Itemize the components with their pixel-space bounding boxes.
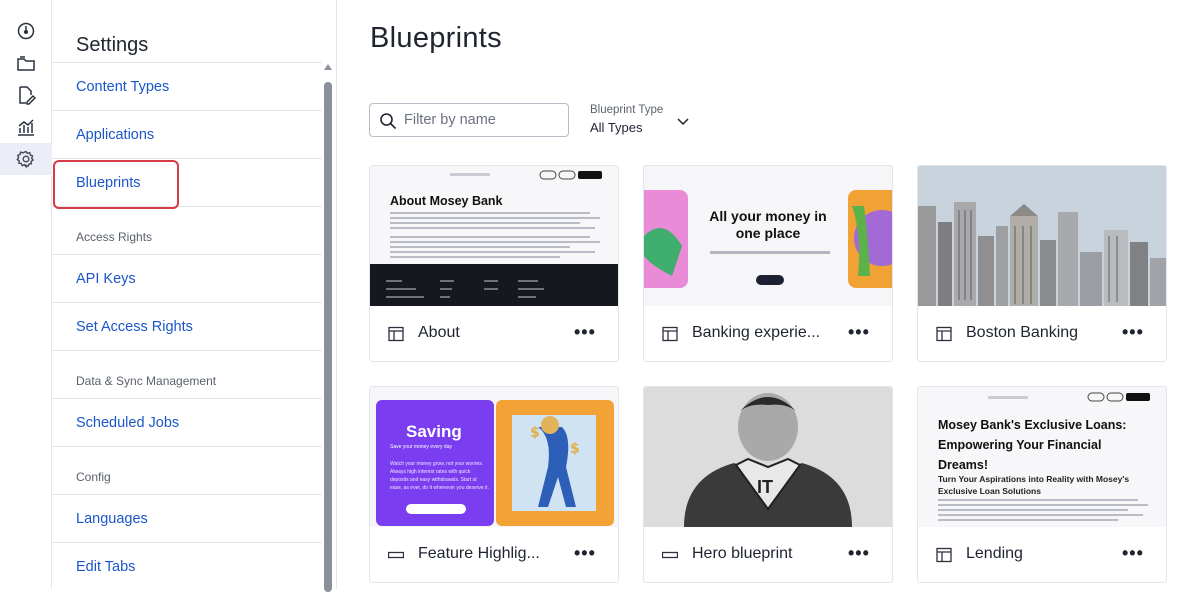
card-name: Lending [966, 545, 1023, 562]
card-footer: Lending ••• [918, 527, 1166, 582]
more-options-button[interactable]: ••• [1122, 543, 1144, 564]
more-options-button[interactable]: ••• [574, 543, 596, 564]
settings-list: Content Types Applications Blueprints Ac… [52, 62, 322, 590]
card-name: Boston Banking [966, 324, 1079, 341]
card-footer: Feature Highlig... ••• [370, 527, 618, 582]
card-thumbnail [918, 166, 1166, 306]
scroll-up-arrow-icon[interactable] [324, 64, 332, 70]
blueprint-type-label: Blueprint Type [590, 104, 664, 116]
svg-text:$: $ [570, 441, 580, 457]
filter-placeholder: Filter by name [404, 112, 496, 128]
blueprint-type-select[interactable]: Blueprint Type All Types [590, 104, 689, 135]
settings-item-blueprints[interactable]: Blueprints [52, 158, 322, 209]
more-options-button[interactable]: ••• [1122, 322, 1144, 343]
settings-panel: Settings Content Types Applications Blue… [52, 0, 337, 592]
more-options-button[interactable]: ••• [574, 322, 596, 343]
card-name: About [418, 324, 460, 341]
gear-icon[interactable] [0, 143, 52, 175]
card-footer: Boston Banking ••• [918, 306, 1166, 361]
thumb-sub: Save your money every day [390, 444, 452, 450]
card-footer: Banking experie... ••• [644, 306, 892, 361]
page-title: Blueprints [370, 22, 502, 54]
card-thumbnail: $ $ Saving Save your money every day Wat… [370, 387, 618, 527]
svg-text:$: $ [530, 425, 540, 441]
card-thumbnail: About Mosey Bank [370, 166, 618, 306]
card-name: Feature Highlig... [418, 545, 540, 562]
more-options-button[interactable]: ••• [848, 543, 870, 564]
card-footer: About ••• [370, 306, 618, 361]
settings-scrollbar[interactable] [324, 64, 332, 592]
thumb-body: Watch your money grow, not your worries.… [390, 461, 489, 491]
settings-item-languages[interactable]: Languages [52, 494, 322, 542]
layout-icon [388, 326, 404, 342]
dashboard-icon[interactable] [0, 15, 52, 47]
layout-icon [936, 547, 952, 563]
layout-icon [662, 326, 678, 342]
thumb-sub: Turn Your Aspirations into Reality with … [938, 474, 1130, 496]
filter-input[interactable]: Filter by name [369, 103, 569, 137]
main-content: Blueprints Filter by name Blueprint Type… [338, 0, 1183, 589]
card-footer: Hero blueprint ••• [644, 527, 892, 582]
edit-icon[interactable] [0, 79, 52, 111]
settings-title: Settings [76, 34, 149, 56]
blueprint-card-lending[interactable]: Mosey Bank's Exclusive Loans: Empowering… [917, 386, 1167, 583]
settings-item-edit-tabs[interactable]: Edit Tabs [52, 542, 322, 590]
card-thumbnail: Mosey Bank's Exclusive Loans: Empowering… [918, 387, 1166, 527]
blueprint-card-banking-experience[interactable]: All your money in one place Banking expe… [643, 165, 893, 362]
card-thumbnail: All your money in one place [644, 166, 892, 306]
settings-item-scheduled-jobs[interactable]: Scheduled Jobs [52, 398, 322, 446]
icon-rail [0, 0, 52, 589]
settings-group-access-rights: Access Rights [52, 206, 322, 254]
blueprint-type-value: All Types [590, 120, 643, 135]
blueprint-card-about[interactable]: About Mosey Bank About ••• [369, 165, 619, 362]
card-thumbnail: IT [644, 387, 892, 527]
thumb-heading: Mosey Bank's Exclusive Loans: Empowering… [938, 418, 1127, 472]
settings-group-config: Config [52, 446, 322, 494]
thumb-heading: Saving [406, 422, 462, 441]
blueprint-card-hero-blueprint[interactable]: IT Hero blueprint ••• [643, 386, 893, 583]
thumb-heading: About Mosey Bank [390, 194, 503, 208]
blueprint-card-boston-banking[interactable]: Boston Banking ••• [917, 165, 1167, 362]
thumb-badge: IT [757, 477, 773, 497]
settings-item-content-types[interactable]: Content Types [52, 62, 322, 110]
chevron-down-icon [677, 118, 689, 126]
settings-group-data-sync: Data & Sync Management [52, 350, 322, 398]
search-icon [380, 113, 397, 130]
thumb-heading: All your money in one place [709, 208, 827, 241]
more-options-button[interactable]: ••• [848, 322, 870, 343]
analytics-icon[interactable] [0, 111, 52, 143]
card-name: Hero blueprint [692, 545, 793, 562]
blueprint-card-feature-highlight[interactable]: $ $ Saving Save your money every day Wat… [369, 386, 619, 583]
settings-item-set-access-rights[interactable]: Set Access Rights [52, 302, 322, 350]
scroll-thumb[interactable] [324, 82, 332, 592]
component-icon [662, 551, 678, 559]
card-name: Banking experie... [692, 324, 821, 341]
layout-icon [936, 326, 952, 342]
folders-icon[interactable] [0, 47, 52, 79]
settings-item-api-keys[interactable]: API Keys [52, 254, 322, 302]
component-icon [388, 551, 404, 559]
settings-item-applications[interactable]: Applications [52, 110, 322, 158]
